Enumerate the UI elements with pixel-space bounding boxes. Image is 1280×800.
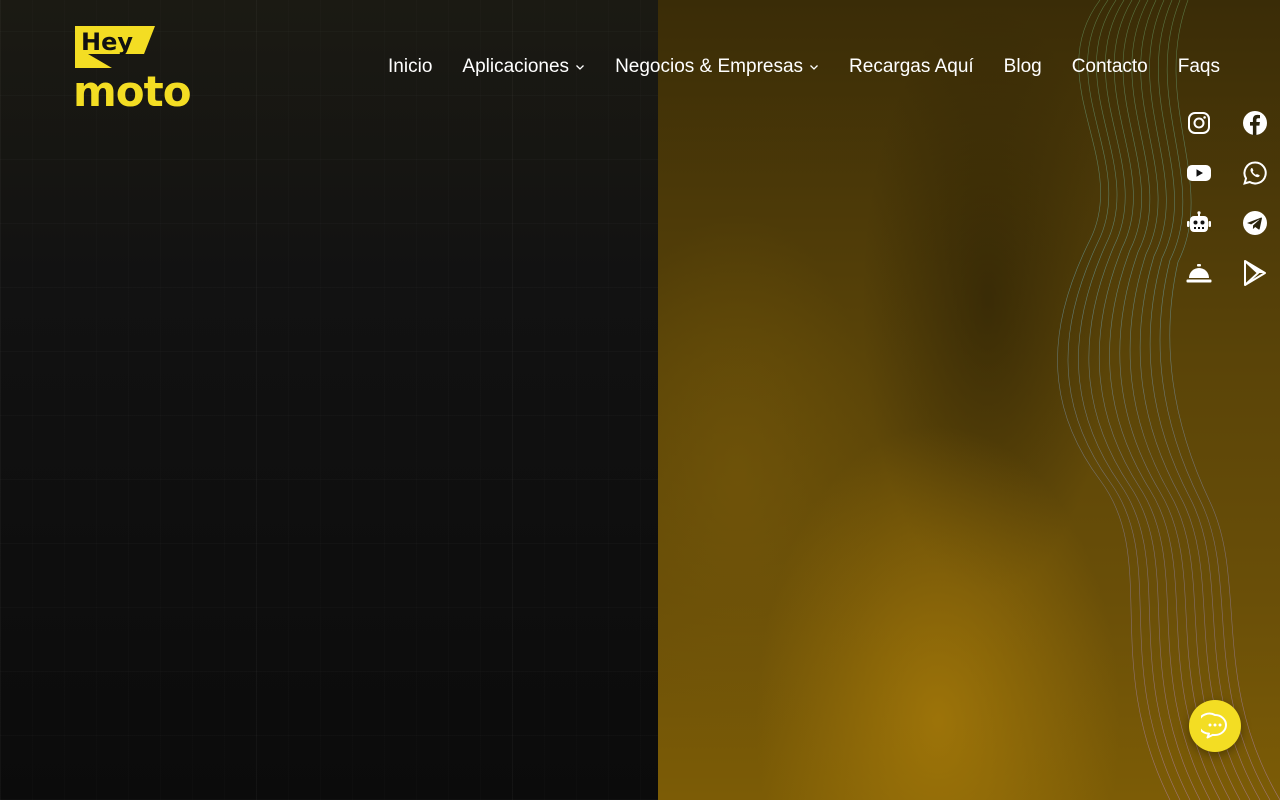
nav-item-label: Negocios & Empresas xyxy=(615,56,804,77)
whatsapp-icon[interactable] xyxy=(1238,156,1272,190)
instagram-icon[interactable] xyxy=(1182,106,1216,140)
social-links xyxy=(1182,98,1272,298)
svg-text:Hey: Hey xyxy=(81,28,133,56)
chat-bubble-icon xyxy=(1201,712,1227,739)
nav-item-faqs[interactable]: Faqs xyxy=(1178,52,1220,82)
chevron-down-icon xyxy=(810,65,818,70)
nav-item-aplicaciones[interactable]: Aplicaciones xyxy=(462,52,585,82)
page: Hey moto Inicio Aplicaciones Negocios & … xyxy=(0,0,1280,800)
nav-item-negocios-empresas[interactable]: Negocios & Empresas xyxy=(615,52,819,82)
nav-item-recargas[interactable]: Recargas Aquí xyxy=(849,52,974,82)
nav-item-label: Faqs xyxy=(1177,56,1220,77)
telegram-icon[interactable] xyxy=(1238,206,1272,240)
nav-item-label: Inicio xyxy=(388,56,433,77)
facebook-icon[interactable] xyxy=(1238,106,1272,140)
heymoto-logo[interactable]: Hey moto xyxy=(72,24,208,108)
chat-button[interactable] xyxy=(1189,700,1241,752)
svg-text:moto: moto xyxy=(73,67,191,108)
youtube-icon[interactable] xyxy=(1182,156,1216,190)
robot-icon[interactable] xyxy=(1182,206,1216,240)
service-bell-icon[interactable] xyxy=(1182,256,1216,290)
nav-item-label: Blog xyxy=(1003,56,1042,77)
nav-item-label: Aplicaciones xyxy=(462,56,570,77)
google-play-icon[interactable] xyxy=(1238,256,1272,290)
nav-item-contacto[interactable]: Contacto xyxy=(1072,52,1148,82)
nav-item-blog[interactable]: Blog xyxy=(1004,52,1042,82)
main-nav: Inicio Aplicaciones Negocios & Empresas … xyxy=(388,52,1220,82)
nav-item-label: Contacto xyxy=(1071,56,1148,77)
nav-item-label: Recargas Aquí xyxy=(849,56,974,77)
nav-item-inicio[interactable]: Inicio xyxy=(388,52,432,82)
site-header: Hey moto Inicio Aplicaciones Negocios & … xyxy=(0,0,1280,130)
chevron-down-icon xyxy=(576,65,585,70)
